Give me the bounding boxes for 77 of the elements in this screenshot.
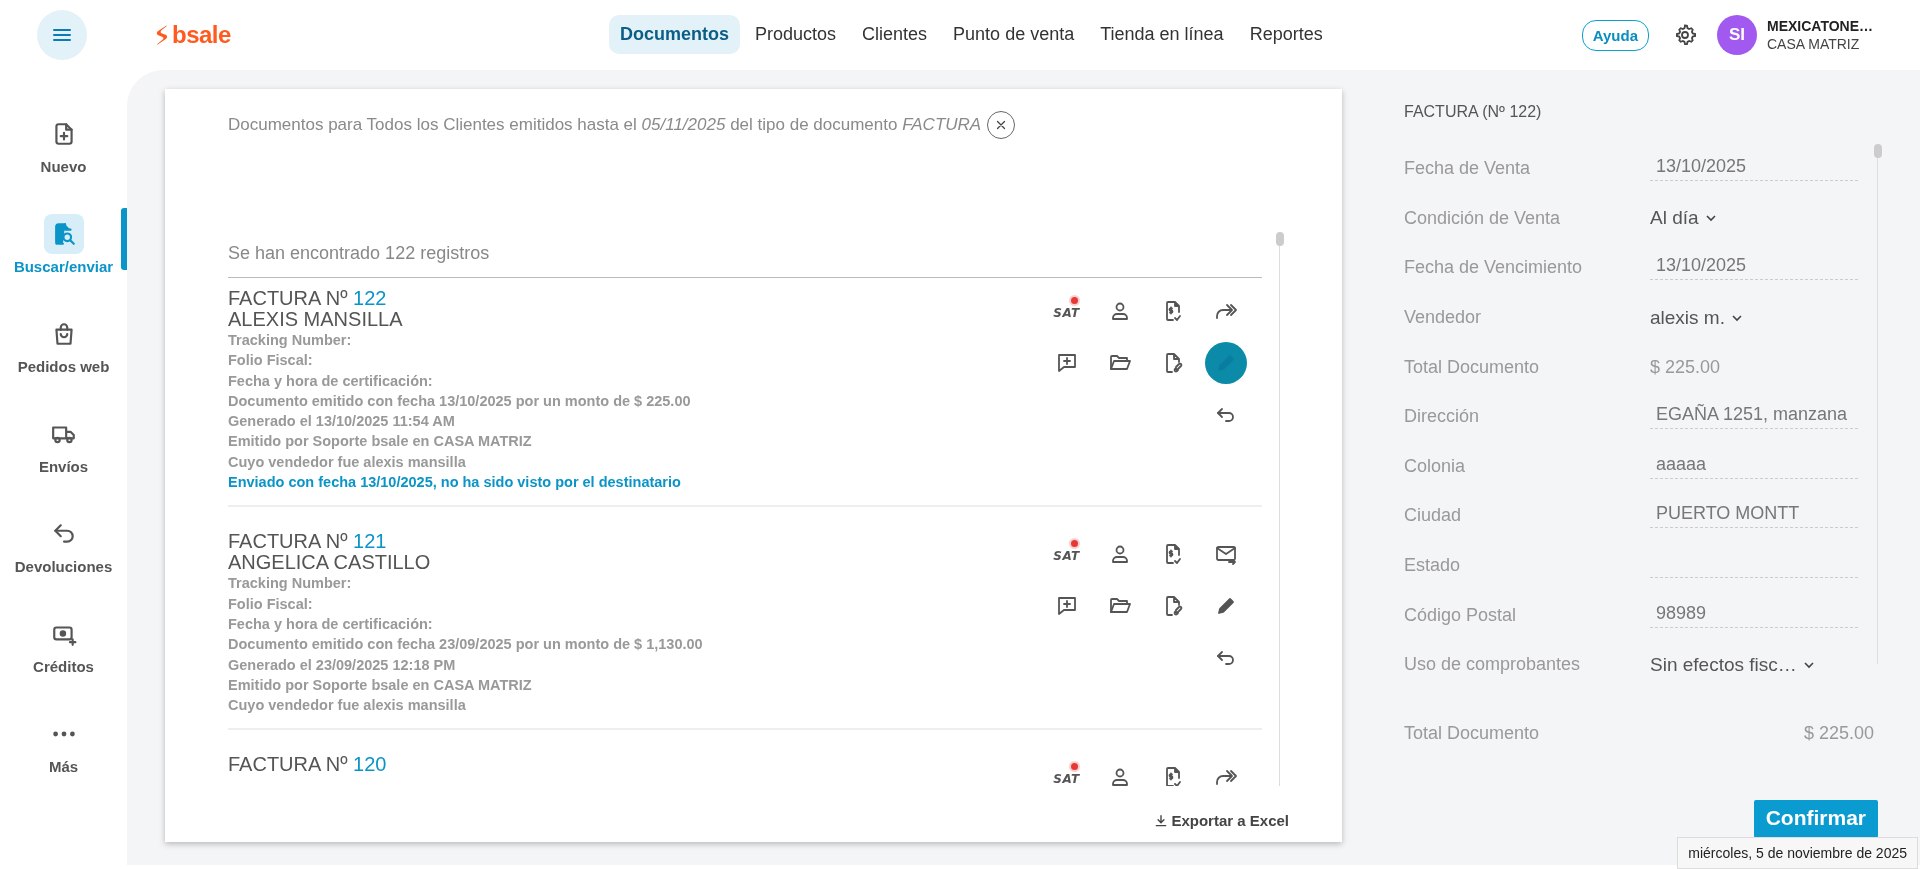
menu-button[interactable]	[37, 10, 87, 60]
total-label: Total Documento	[1404, 722, 1540, 744]
sidebar-item[interactable]: Envíos	[0, 394, 127, 494]
document-detail: Emitido por Soporte bsale en CASA MATRIZ	[228, 432, 533, 452]
sidebar-item[interactable]: Pedidos web	[0, 294, 127, 394]
company-name: MEXICATONE…	[1767, 18, 1875, 34]
scrollbar[interactable]	[1874, 144, 1882, 664]
field-label: Código Postal	[1404, 604, 1518, 626]
document-detail: Emitido por Soporte bsale en CASA MATRIZ	[228, 675, 533, 695]
field-value: $ 225.00	[1650, 356, 1721, 378]
sent-status: Enviado con fecha 13/10/2025, no ha sido visto por el destinatario	[228, 473, 682, 493]
date-tooltip: miércoles, 5 de noviembre de 2025	[1677, 837, 1918, 869]
field-label: Estado	[1404, 555, 1462, 577]
input-field[interactable]: 13/10/2025	[1650, 156, 1858, 182]
dropdown-select[interactable]: Sin efectos fisc…	[1650, 653, 1815, 676]
download-icon	[1154, 813, 1169, 828]
results-count: Se han encontrado 122 registros	[228, 243, 1262, 278]
document-detail: Folio Fiscal:	[228, 351, 314, 371]
input-field[interactable]: 98989	[1650, 602, 1858, 628]
input-field[interactable]: PUERTO MONTT	[1650, 503, 1858, 529]
nav-tab[interactable]: Documentos	[609, 15, 740, 54]
user-avatar[interactable]: SI	[1717, 15, 1757, 55]
field-label: Ciudad	[1404, 505, 1463, 527]
edit-button[interactable]	[1204, 342, 1247, 384]
document-detail: Fecha y hora de certificación:	[228, 614, 434, 634]
client-name: ANGELICA CASTILLO	[228, 551, 432, 574]
nav-tab[interactable]: Clientes	[851, 15, 939, 54]
filter-description: Documentos para Todos los Clientes emitidos hasta el 05/11/2025 del tipo de documento FACTURA	[228, 115, 982, 135]
export-excel-button[interactable]: Exportar a Excel	[1154, 812, 1289, 829]
document-detail: Tracking Number:	[228, 331, 353, 350]
document-detail: Fecha y hora de certificación:	[228, 371, 434, 391]
document-heading: FACTURA (Nº 122)	[1404, 103, 1543, 121]
field-label: Vendedor	[1404, 307, 1483, 329]
document-detail: Cuyo vendedor fue alexis mansilla	[228, 452, 467, 472]
logo-icon	[154, 23, 169, 47]
document-detail: Generado el 13/10/2025 11:54 AM	[228, 412, 456, 432]
input-field[interactable]: aaaaa	[1650, 453, 1858, 479]
scrollbar[interactable]	[1276, 232, 1284, 786]
document-detail: Tracking Number:	[228, 574, 353, 594]
dropdown-select[interactable]: alexis m.	[1650, 306, 1743, 329]
nav-tab[interactable]: Tienda en línea	[1089, 15, 1235, 54]
help-button[interactable]: Ayuda	[1581, 19, 1649, 51]
sidebar-item[interactable]: Créditos	[0, 594, 127, 694]
field-label: Total Documento	[1404, 356, 1541, 378]
document-title: FACTURA Nº 120	[228, 754, 388, 775]
document-detail: Generado el 23/09/2025 12:18 PM	[228, 655, 457, 675]
field-label: Fecha de Venta	[1404, 158, 1532, 180]
field-label: Uso de comprobantes	[1404, 654, 1582, 676]
client-name: ALEXIS MANSILLA	[228, 308, 404, 330]
sat-button[interactable]: SAT	[1045, 290, 1088, 332]
field-label: Fecha de Vencimiento	[1404, 257, 1584, 279]
document-title: FACTURA Nº 121	[228, 531, 388, 552]
clear-filter-button[interactable]	[987, 111, 1016, 139]
document-detail: Cuyo vendedor fue alexis mansilla	[228, 696, 467, 716]
field-label: Colonia	[1404, 455, 1467, 477]
field-label: Condición de Venta	[1404, 207, 1562, 229]
settings-icon[interactable]	[1673, 23, 1697, 47]
total-value: $ 225.00	[1803, 722, 1874, 744]
document-detail: Folio Fiscal:	[228, 594, 314, 614]
nav-tab[interactable]: Punto de venta	[942, 15, 1086, 54]
dropdown-select[interactable]: Al día	[1650, 207, 1717, 230]
document-title: FACTURA Nº 122	[228, 288, 388, 308]
sat-button[interactable]: SAT	[1045, 756, 1088, 786]
input-field[interactable]: 13/10/2025	[1650, 255, 1858, 281]
document-detail: Documento emitido con fecha 23/09/2025 por un monto de $ 1,130.00	[228, 635, 704, 655]
logo-text: bsale	[172, 21, 231, 49]
field-label: Dirección	[1404, 406, 1481, 428]
nav-tab[interactable]: Reportes	[1238, 15, 1334, 54]
branch-name: CASA MATRIZ	[1767, 36, 1861, 52]
input-field[interactable]: EGAÑA 1251, manzana	[1650, 404, 1858, 430]
document-detail: Documento emitido con fecha 13/10/2025 por un monto de $ 225.00	[228, 391, 692, 411]
sidebar-item[interactable]: Nuevo	[0, 94, 127, 194]
sat-button[interactable]: SAT	[1045, 533, 1088, 576]
more-icon	[51, 730, 76, 737]
sidebar-item[interactable]: Devoluciones	[0, 494, 127, 594]
sidebar-item[interactable]: Más	[0, 694, 127, 794]
nav-tab[interactable]: Productos	[744, 15, 848, 54]
